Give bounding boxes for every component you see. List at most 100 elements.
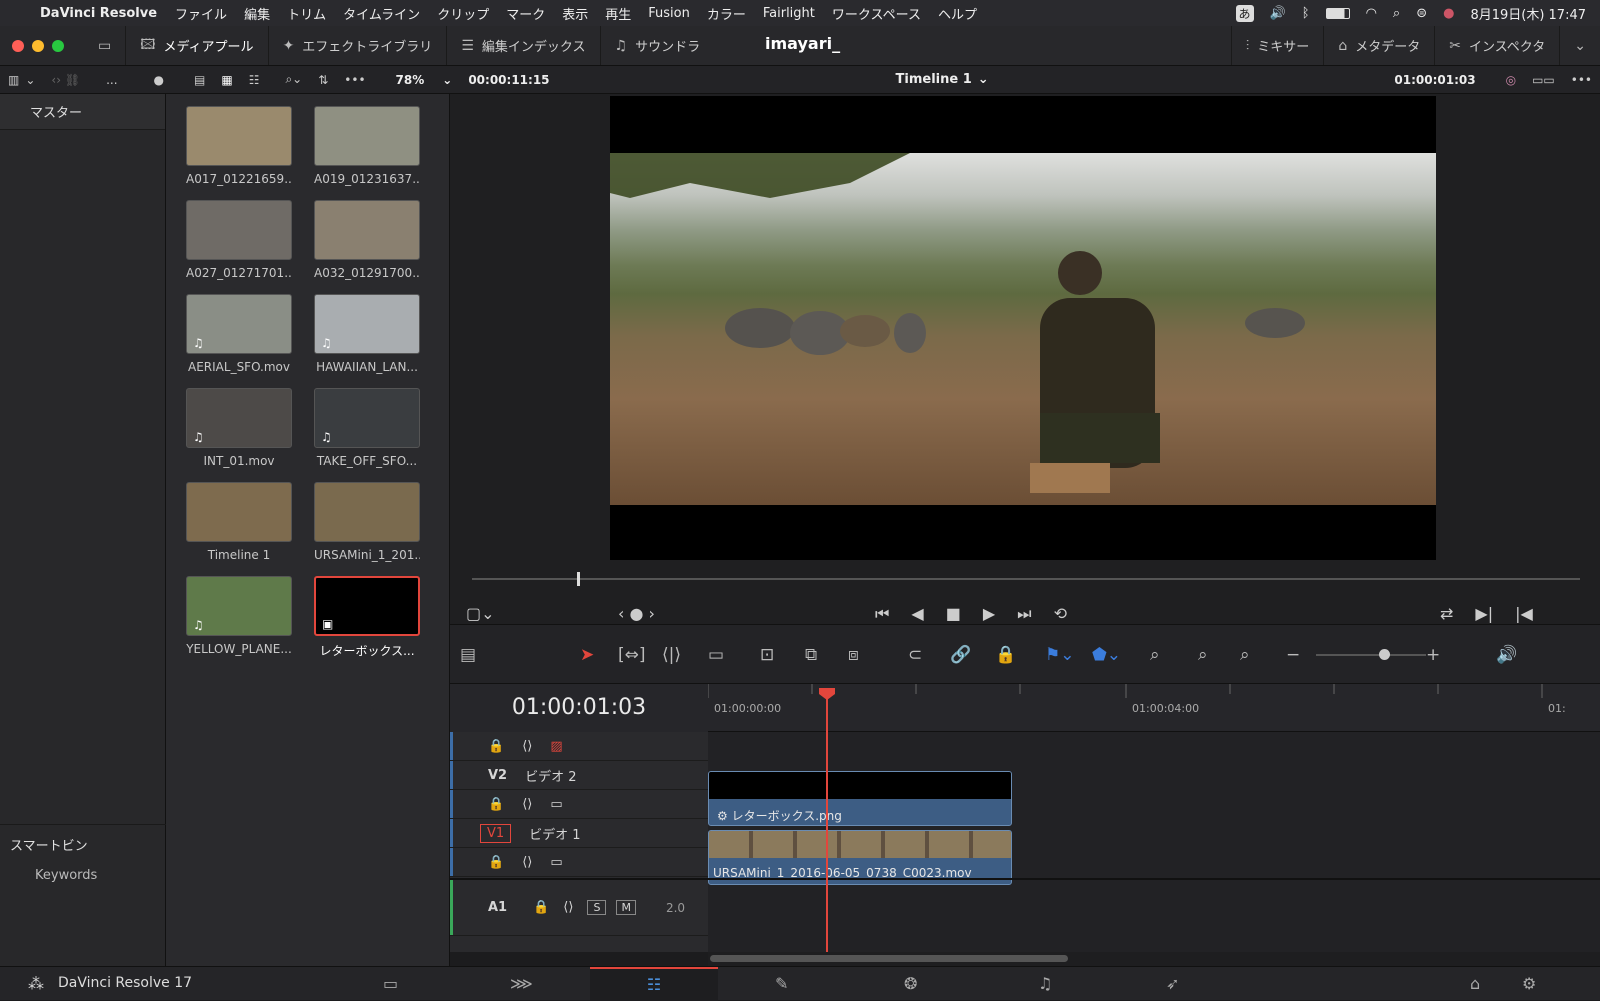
more-menu[interactable]: ... (98, 73, 125, 87)
timeline-tracks[interactable]: ⚙ レターボックス.png URSAMini_1_2016-06-05_0738… (708, 732, 1600, 952)
scroll-thumb[interactable] (710, 955, 1068, 962)
page-color-icon[interactable]: ❂ (904, 974, 917, 993)
dual-viewer-icon[interactable]: ▭▭ (1524, 73, 1563, 87)
stop-icon[interactable]: ■ (946, 604, 961, 624)
minimize-button[interactable] (32, 39, 44, 52)
overwrite-clip-icon[interactable]: ⧉ (805, 645, 817, 665)
playhead[interactable] (826, 688, 828, 952)
zoom-slider-knob[interactable] (1379, 649, 1390, 660)
position-lock-icon[interactable]: 🔒 (995, 645, 1016, 665)
timeline-hscroll[interactable] (708, 952, 1600, 966)
auto-select-icon[interactable]: ⟨⟩ (563, 900, 573, 915)
disable-track-icon[interactable]: ▨ (550, 739, 562, 754)
media-clip[interactable]: ♫ AERIAL_SFO.mov (186, 294, 292, 374)
wifi-icon[interactable]: ◠ (1366, 6, 1377, 21)
bluetooth-icon[interactable]: ᛒ (1302, 6, 1310, 21)
transform-icon[interactable]: ▢⌄ (466, 604, 495, 623)
bin-list-toggle[interactable]: ▥ ⌄ (0, 73, 43, 87)
siri-icon[interactable]: ● (1443, 6, 1454, 21)
marker-icon[interactable]: ⬟⌄ (1092, 645, 1121, 665)
nav-arrows[interactable]: ‹› ⛓ (43, 73, 88, 87)
track-v1-name[interactable]: ビデオ 1 (529, 824, 580, 843)
lock-icon[interactable]: 🔒 (488, 739, 504, 754)
page-fusion-icon[interactable]: ✎ (775, 974, 788, 993)
jump-to-start-icon[interactable]: ⏮ (875, 604, 889, 624)
search-icon[interactable]: ⌕⌄ (277, 72, 310, 87)
selection-tool-icon[interactable]: ➤ (580, 645, 594, 665)
zoom-detail-icon[interactable]: ⌕ (1198, 645, 1208, 665)
scrub-playhead[interactable] (577, 572, 580, 586)
sound-library-button[interactable]: ♫ サウンドラ (601, 26, 715, 65)
edit-index-button[interactable]: ☰ 編集インデックス (447, 26, 601, 65)
auto-select-icon[interactable]: ⟨⟩ (522, 797, 532, 812)
menu-workspace[interactable]: ワークスペース (832, 4, 921, 23)
metadata-view-icon[interactable]: ▤ (186, 73, 213, 87)
menu-fairlight[interactable]: Fairlight (763, 6, 815, 21)
ime-indicator[interactable]: あ (1235, 4, 1254, 22)
jog-control[interactable]: ‹ ● › (618, 604, 655, 623)
track-v1-label[interactable]: V1 (480, 823, 512, 843)
inspector-button[interactable]: ✂ インスペクタ (1435, 26, 1561, 65)
zoom-out-icon[interactable]: − (1286, 645, 1300, 665)
track-a1-header[interactable]: A1 🔒 ⟨⟩ S M 2.0 (450, 878, 708, 936)
clip-letterbox[interactable]: ⚙ レターボックス.png (708, 771, 1012, 826)
media-clip[interactable]: Timeline 1 (186, 482, 292, 562)
lock-icon[interactable]: 🔒 (488, 797, 504, 812)
blade-tool-icon[interactable]: ▭ (708, 645, 724, 665)
clock[interactable]: 8月19日(木) 17:47 (1470, 4, 1586, 23)
menu-trim[interactable]: トリム (287, 4, 326, 23)
list-view-icon[interactable]: ☷ (241, 73, 268, 87)
page-deliver-icon[interactable]: ➶ (1166, 974, 1179, 993)
menu-mark[interactable]: マーク (506, 4, 545, 23)
more-options-icon[interactable]: ••• (1563, 73, 1600, 87)
track-v2-name[interactable]: ビデオ 2 (525, 766, 576, 785)
menu-playback[interactable]: 再生 (605, 4, 631, 23)
page-media-icon[interactable]: ▭ (383, 974, 398, 993)
scrub-bar[interactable] (472, 578, 1580, 580)
menu-timeline[interactable]: タイムライン (343, 4, 420, 23)
menu-edit[interactable]: 編集 (244, 4, 270, 23)
media-pool-button[interactable]: 🖾 メディアプール (126, 26, 269, 65)
dynamic-trim-icon[interactable]: ⟨|⟩ (662, 645, 681, 665)
media-clip[interactable]: A019_01231637... (314, 106, 420, 186)
sort-icon[interactable]: ⇅ (310, 73, 336, 87)
metadata-button[interactable]: ⌂ メタデータ (1324, 26, 1436, 65)
prev-edit-icon[interactable]: |◀ (1515, 604, 1533, 623)
menu-color[interactable]: カラー (707, 4, 746, 23)
match-frame-icon[interactable]: ⇄ (1440, 604, 1453, 623)
search-icon[interactable]: ⌕ (1393, 6, 1400, 21)
timeline-ruler[interactable]: 01:00:00:00 01:00:04:00 01: (708, 684, 1600, 732)
flag-icon[interactable]: ⚑⌄ (1045, 645, 1074, 665)
media-clip[interactable]: A027_01271701... (186, 200, 292, 280)
enable-track-icon[interactable]: ▭ (550, 855, 562, 870)
track-v2-header[interactable]: V2 ビデオ 2 (450, 761, 708, 790)
menu-view[interactable]: 表示 (562, 4, 588, 23)
keywords-bin[interactable]: Keywords (35, 868, 97, 883)
jump-to-end-icon[interactable]: ⏭ (1017, 604, 1031, 624)
settings-gear-icon[interactable]: ⚙ (1522, 974, 1536, 993)
page-edit-tab[interactable]: ☷ (590, 967, 718, 1001)
auto-select-icon[interactable]: ⟨⟩ (522, 739, 532, 754)
timeline-viewer[interactable] (450, 94, 1600, 564)
track-v1-header[interactable]: V1 ビデオ 1 (450, 819, 708, 848)
workspace-toggle[interactable]: ▭ (84, 26, 127, 65)
solo-button[interactable]: S (587, 900, 607, 915)
battery-icon[interactable] (1325, 7, 1350, 19)
page-fairlight-icon[interactable]: ♫ (1038, 974, 1052, 993)
audio-volume-icon[interactable]: 🔊 (1496, 645, 1517, 665)
media-clip[interactable]: A017_01221659... (186, 106, 292, 186)
play-icon[interactable]: ▶ (983, 604, 995, 624)
media-clip[interactable]: ♫ INT_01.mov (186, 388, 292, 468)
media-clip[interactable]: ♫ TAKE_OFF_SFO... (314, 388, 420, 468)
zoom-level[interactable]: 78% ⌄ (388, 73, 461, 87)
loop-icon[interactable]: ⟲ (1054, 604, 1067, 624)
media-clip[interactable]: A032_01291700... (314, 200, 420, 280)
media-clip[interactable]: ▣ レターボックス... (314, 576, 420, 659)
expand-button[interactable]: ⌄ (1560, 26, 1600, 65)
zoom-slider[interactable] (1316, 654, 1426, 656)
play-reverse-icon[interactable]: ◀ (911, 604, 923, 624)
control-center-icon[interactable]: ⊜ (1416, 6, 1427, 21)
media-clip[interactable]: ♫ YELLOW_PLANE... (186, 576, 292, 656)
close-button[interactable] (12, 39, 24, 52)
menu-clip[interactable]: クリップ (437, 4, 489, 23)
